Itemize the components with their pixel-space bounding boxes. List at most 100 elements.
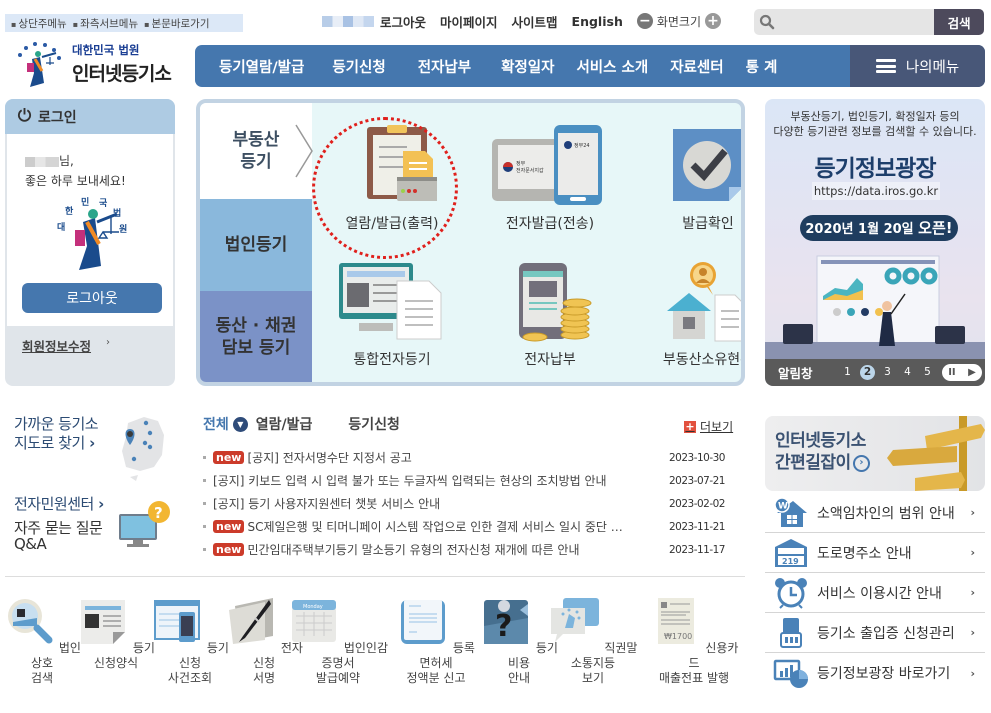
- signpost-icon: [887, 416, 985, 491]
- chevron-right-icon: ›: [970, 626, 975, 639]
- court-emblem-icon: [10, 39, 70, 89]
- nav-item-fixed-date[interactable]: 확정일자: [501, 56, 554, 77]
- side-link-road-address[interactable]: 219 도로명주소 안내 ›: [765, 533, 985, 573]
- e-center-label: 전자민원센터: [14, 495, 94, 513]
- promo-banner[interactable]: 부동산등기, 법인등기, 확정일자 등의 다양한 등기관련 정보를 검색할 수 …: [765, 99, 985, 386]
- bottom-item-ex-officio-notice[interactable]: 직권말소통지등 보기: [547, 596, 639, 686]
- notice-title: [공지] 등기 사용자지원센터 챗봇 서비스 안내: [213, 497, 441, 511]
- e-wallet-text: 전자문서지갑: [516, 167, 544, 174]
- banner-page-5[interactable]: 5: [920, 365, 935, 380]
- nav-item-registry-application[interactable]: 등기신청: [332, 56, 385, 77]
- search-input[interactable]: [779, 9, 935, 35]
- quick-item-e-payment[interactable]: 전자납부: [480, 261, 620, 369]
- nav-item-e-payment[interactable]: 전자납부: [418, 56, 471, 77]
- notice-row[interactable]: new [공지] 전자서명수단 지정서 공고 2023-10-30: [203, 446, 733, 469]
- nav-item-data-center[interactable]: 자료센터: [670, 56, 723, 77]
- tab-movable-collateral-registry[interactable]: 동산 · 채권 담보 등기: [200, 291, 312, 382]
- svg-text:한: 한: [65, 205, 74, 217]
- bottom-item-seal-certificate-booking[interactable]: Monday 법인인감증명서 발급예약: [288, 596, 388, 686]
- user-name-blurred: [322, 15, 374, 27]
- new-badge: new: [213, 451, 245, 464]
- notice-row[interactable]: new 민간임대주택부기등기 말소등기 유형의 전자신청 재개에 따른 안내 2…: [203, 538, 733, 561]
- house-person-document-icon: [663, 261, 741, 343]
- side-link-access-card[interactable]: 등기소 출입증 신청관리 ›: [765, 613, 985, 653]
- notice-title: [공지] 키보드 입력 시 입력 불가 또는 두글자씩 입력되는 현상의 조치방…: [213, 474, 607, 488]
- quick-item-property-ownership[interactable]: 부동산소유현황: [638, 261, 741, 369]
- banner-page-2[interactable]: 2: [860, 365, 875, 380]
- chevron-right-icon: ›: [970, 586, 975, 599]
- play-next-icon[interactable]: ▶: [968, 367, 976, 378]
- main-navigation: 등기열람/발급 등기신청 전자납부 확정일자 서비스 소개 자료센터 통 계 나…: [195, 45, 985, 87]
- nav-item-statistics[interactable]: 통 계: [746, 56, 778, 77]
- zoom-out-icon[interactable]: −: [636, 13, 653, 29]
- section-divider: [5, 576, 745, 577]
- tab-real-estate-registry[interactable]: 부동산 등기: [200, 103, 313, 199]
- bottom-item-corp-name-search[interactable]: 법인상호 검색: [1, 596, 83, 686]
- quick-item-label: 발급확인: [682, 216, 734, 232]
- banner-page-3[interactable]: 3: [880, 365, 895, 380]
- skip-link-top-menu[interactable]: 상단주메뉴: [11, 16, 66, 31]
- svg-text:국: 국: [99, 198, 108, 209]
- tab-corporate-registry[interactable]: 법인등기: [200, 199, 312, 291]
- bottom-item-registration-tax[interactable]: 등록면허세 정액분 신고: [395, 596, 477, 686]
- notice-row[interactable]: [공지] 등기 사용자지원센터 챗봇 서비스 안내 2023-02-02: [203, 492, 733, 515]
- pause-icon[interactable]: II: [948, 367, 955, 378]
- nav-item-view-issue[interactable]: 등기열람/발급: [219, 56, 304, 77]
- notice-tab-view-issue[interactable]: 열람/발급: [256, 414, 313, 434]
- sitemap-link[interactable]: 사이트맵: [512, 12, 558, 31]
- notice-row[interactable]: new SC제일은행 및 티머니페이 시스템 작업으로 인한 결제 서비스 일시…: [203, 515, 733, 538]
- more-link[interactable]: + 더보기: [684, 418, 733, 435]
- logout-link[interactable]: 로그아웃: [380, 12, 426, 31]
- side-link-service-hours[interactable]: 서비스 이용시간 안내 ›: [765, 573, 985, 613]
- banner-page-4[interactable]: 4: [900, 365, 915, 380]
- chevron-right-icon: ›: [970, 506, 975, 519]
- banner-pager: 1 2 3 4 5: [840, 365, 935, 380]
- nav-item-service-intro[interactable]: 서비스 소개: [576, 56, 648, 77]
- e-civil-center-link[interactable]: 전자민원센터 ›: [14, 495, 104, 514]
- my-menu-button[interactable]: 나의메뉴: [850, 45, 985, 87]
- user-name-blurred: [25, 156, 59, 167]
- near-registry-line1: 가까운 등기소: [14, 415, 99, 433]
- notice-tab-registry-application[interactable]: 등기신청: [348, 414, 400, 434]
- side-link-data-plaza[interactable]: 등기정보광장 바로가기 ›: [765, 653, 985, 693]
- skip-link-content[interactable]: 본문바로가기: [144, 16, 210, 31]
- search-button[interactable]: 검색: [934, 9, 984, 35]
- side-link-small-tenant[interactable]: W 소액임차인의 범위 안내 ›: [765, 493, 985, 533]
- open-date: 2020년 1월 20일: [805, 222, 914, 237]
- near-registry-map-link[interactable]: 가까운 등기소 지도로 찾기 ›: [14, 415, 99, 453]
- road-address-plate-icon: 219: [775, 538, 807, 567]
- login-title: 로그인: [38, 109, 77, 126]
- bottom-item-label-2: 검색: [30, 671, 54, 685]
- banner-open-date: 2020년 1월 20일 오픈!: [800, 215, 958, 241]
- banner-description: 부동산등기, 법인등기, 확정일자 등의 다양한 등기관련 정보를 검색할 수 …: [765, 109, 985, 139]
- site-logo[interactable]: 대한민국 법원 인터넷등기소: [10, 38, 185, 90]
- logout-button[interactable]: 로그아웃: [22, 283, 162, 313]
- court-emblem-icon: 대한민국법원: [55, 194, 131, 274]
- banner-url: https://data.iros.go.kr: [812, 182, 940, 200]
- bottom-item-label-2: 정액분 신고: [406, 671, 466, 685]
- faq-link[interactable]: 자주 묻는 질문 Q&A: [14, 520, 103, 553]
- mypage-link[interactable]: 마이페이지: [440, 12, 498, 31]
- notice-tab-all[interactable]: 전체 ▼: [203, 414, 248, 434]
- faq-line2: Q&A: [14, 535, 47, 553]
- zoom-in-icon[interactable]: +: [705, 13, 722, 29]
- english-link[interactable]: English: [572, 14, 623, 29]
- svg-text:민: 민: [81, 196, 89, 208]
- notice-tab-label: 전체: [203, 417, 229, 433]
- quick-item-issue-confirm[interactable]: 발급확인: [638, 125, 741, 233]
- quick-item-integrated-e-registry[interactable]: 통합전자등기: [322, 261, 462, 369]
- notice-row[interactable]: [공지] 키보드 입력 시 입력 불가 또는 두글자씩 입력되는 현상의 조치방…: [203, 469, 733, 492]
- bottom-item-case-inquiry[interactable]: 등기신청 사건조회: [149, 596, 231, 686]
- utility-bar: 로그아웃 마이페이지 사이트맵 English − 화면크기 +: [322, 10, 722, 32]
- easy-guide-banner[interactable]: 인터넷등기소 간편길잡이 ›: [765, 416, 985, 491]
- member-info-edit-link[interactable]: 회원정보수정: [22, 336, 91, 355]
- banner-page-1[interactable]: 1: [840, 365, 855, 380]
- banner-desc-line1: 부동산등기, 법인등기, 확정일자 등의: [790, 110, 960, 123]
- bottom-item-card-receipt[interactable]: ₩1700 신용카드 매출전표 발행: [649, 596, 739, 686]
- pen-icon: [229, 598, 274, 644]
- korea-map-pin-icon: [122, 417, 164, 481]
- skip-link-left-submenu[interactable]: 좌측서브메뉴: [73, 16, 138, 31]
- notice-date: 2023-07-21: [668, 474, 726, 487]
- quick-item-e-issue-transfer[interactable]: 정부 전자문서지갑 정부24 전자발급(전송): [480, 125, 620, 233]
- bottom-item-registry-forms[interactable]: 등기 신청양식: [75, 596, 157, 671]
